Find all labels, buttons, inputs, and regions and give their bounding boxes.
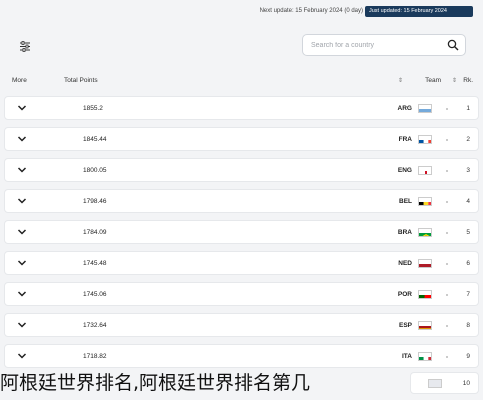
team-code-cell[interactable]: NED: [398, 260, 412, 267]
separator-dot: [446, 139, 448, 141]
total-points-cell: 1784.09: [83, 229, 107, 236]
filter-icon: [20, 41, 30, 52]
just-updated-badge: Just updated: 15 February 2024: [365, 6, 473, 17]
chevron-down-icon[interactable]: [17, 104, 27, 112]
table-row[interactable]: 1745.06 POR 7: [4, 282, 479, 306]
team-code-cell[interactable]: ENG: [398, 167, 412, 174]
header-rank[interactable]: Rk.: [463, 77, 473, 84]
team-code-cell[interactable]: ITA: [402, 353, 412, 360]
caption-text: 阿根廷世界排名,阿根廷世界排名第几: [0, 372, 311, 394]
rank-sort-icon[interactable]: ⇕: [452, 77, 457, 84]
header-more: More: [12, 77, 27, 84]
rank-cell: 7: [466, 291, 470, 298]
table-row[interactable]: 1718.82 ITA 9: [4, 344, 479, 368]
total-points-cell: 1855.2: [83, 105, 103, 112]
flag-icon: [418, 228, 432, 237]
team-code-cell[interactable]: POR: [398, 291, 412, 298]
next-update-text: Next update: 15 February 2024 (0 day): [259, 8, 363, 14]
team-sort-icon[interactable]: ⇕: [398, 77, 403, 84]
top-bar: Next update: 15 February 2024 (0 day) Ju…: [0, 0, 483, 26]
flag-icon: [418, 135, 432, 144]
table-row[interactable]: 1784.09 BRA 5: [4, 220, 479, 244]
separator-dot: [446, 325, 448, 327]
team-code-cell[interactable]: ESP: [399, 322, 412, 329]
separator-dot: [446, 201, 448, 203]
chevron-down-icon[interactable]: [17, 197, 27, 205]
rank-cell: 4: [466, 198, 470, 205]
rank-cell: 6: [466, 260, 470, 267]
header-team[interactable]: Team: [425, 77, 441, 84]
separator-dot: [446, 263, 448, 265]
team-code-cell[interactable]: BEL: [399, 198, 412, 205]
fifa-ranking-page: Next update: 15 February 2024 (0 day) Ju…: [0, 0, 483, 400]
flag-icon: [418, 352, 432, 361]
team-code-cell[interactable]: BRA: [398, 229, 412, 236]
total-points-cell: 1718.82: [83, 353, 107, 360]
table-row[interactable]: 1745.48 NED 6: [4, 251, 479, 275]
total-points-cell: 1798.46: [83, 198, 107, 205]
rank-cell: 5: [466, 229, 470, 236]
rank-cell: 3: [466, 167, 470, 174]
chevron-down-icon[interactable]: [17, 321, 27, 329]
chevron-down-icon[interactable]: [17, 352, 27, 360]
chevron-down-icon[interactable]: [17, 166, 27, 174]
search-input[interactable]: [311, 39, 433, 52]
separator-dot: [446, 108, 448, 110]
flag-icon: [418, 166, 432, 175]
team-code-cell[interactable]: FRA: [399, 136, 412, 143]
search-icon[interactable]: [447, 39, 459, 51]
rank-cell: 8: [466, 322, 470, 329]
table-header: More Total Points ⇕ Team ⇕ Rk.: [0, 74, 483, 90]
total-points-cell: 1732.64: [83, 322, 107, 329]
chevron-down-icon[interactable]: [17, 290, 27, 298]
team-code-cell[interactable]: ARG: [398, 105, 412, 112]
table-row[interactable]: 1845.44 FRA 2: [4, 127, 479, 151]
total-points-cell: 1800.05: [83, 167, 107, 174]
total-points-cell: 1745.48: [83, 260, 107, 267]
flag-icon: [418, 197, 432, 206]
flag-icon: [418, 104, 432, 113]
flag-icon: [418, 290, 432, 299]
separator-dot: [446, 170, 448, 172]
separator-dot: [446, 294, 448, 296]
filter-button[interactable]: [12, 36, 38, 58]
table-row[interactable]: 1732.64 ESP 8: [4, 313, 479, 337]
search-box[interactable]: [302, 34, 466, 56]
separator-dot: [446, 232, 448, 234]
flag-icon: [418, 259, 432, 268]
total-points-cell: 1745.06: [83, 291, 107, 298]
rank-cell: 2: [466, 136, 470, 143]
chevron-down-icon[interactable]: [17, 259, 27, 267]
header-total-points[interactable]: Total Points: [64, 77, 98, 84]
total-points-cell: 1845.44: [83, 136, 107, 143]
rank-cell: 1: [466, 105, 470, 112]
chevron-down-icon[interactable]: [17, 135, 27, 143]
flag-icon: [418, 321, 432, 330]
rank-cell: 9: [466, 353, 470, 360]
chevron-down-icon[interactable]: [17, 228, 27, 236]
table-row[interactable]: 1855.2 ARG 1: [4, 96, 479, 120]
separator-dot: [446, 356, 448, 358]
table-row[interactable]: 1800.05 ENG 3: [4, 158, 479, 182]
table-row[interactable]: 1798.46 BEL 4: [4, 189, 479, 213]
